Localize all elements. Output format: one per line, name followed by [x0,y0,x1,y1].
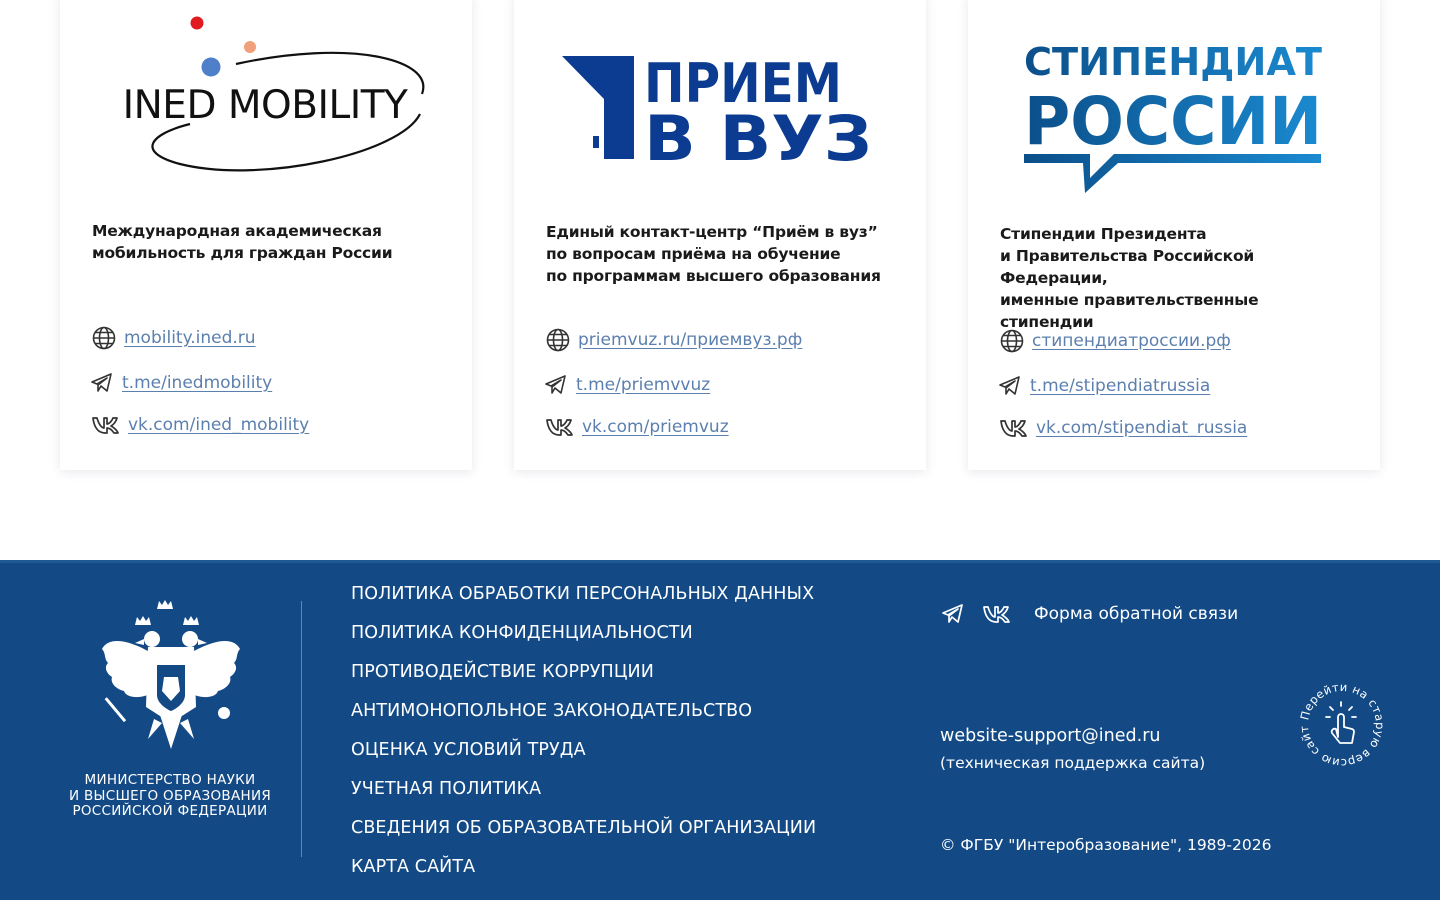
nav-anti-corruption[interactable]: ПРОТИВОДЕЙСТВИЕ КОРРУПЦИИ [351,659,816,698]
website-link[interactable]: стипендиатроссии.рф [1032,331,1231,351]
svg-text:СТИПЕНДИАТ: СТИПЕНДИАТ [1024,40,1322,84]
telegram-link[interactable]: t.me/priemvvuz [576,375,710,395]
vk-icon[interactable] [982,601,1012,627]
hand-pointer-icon [1325,701,1357,744]
old-version-button[interactable]: Перейти на старую версию сайта [1292,668,1388,771]
card-description: Международная академическая мобильность … [92,222,393,262]
nav-antimonopoly[interactable]: АНТИМОНОПОЛЬНОЕ ЗАКОНОДАТЕЛЬСТВО [351,698,816,737]
footer-socials: Форма обратной связи [940,601,1238,627]
globe-icon [92,326,116,350]
vk-link[interactable]: vk.com/stipendiat_russia [1036,418,1247,438]
site-footer: МИНИСТЕРСТВО НАУКИ И ВЫСШЕГО ОБРАЗОВАНИЯ… [0,560,1440,900]
stipendiat-rossii-logo: СТИПЕНДИАТ РОССИИ [968,0,1380,204]
globe-icon [546,328,570,352]
globe-icon [1000,329,1024,353]
footer-divider [301,601,302,857]
vk-link-row[interactable]: vk.com/stipendiat_russia [1000,415,1247,441]
website-link[interactable]: mobility.ined.ru [124,328,256,348]
vk-link[interactable]: vk.com/ined_mobility [128,415,309,435]
telegram-icon [90,371,114,395]
telegram-link-row[interactable]: t.me/priemvvuz [544,372,710,398]
vk-link[interactable]: vk.com/priemvuz [582,417,729,437]
telegram-link-row[interactable]: t.me/inedmobility [90,370,272,396]
vk-link-row[interactable]: vk.com/ined_mobility [92,412,309,438]
svg-text:Перейти на старую версию сайта: Перейти на старую версию сайта [1296,679,1387,770]
card-description: Единый контакт-центр “Приём в вуз” по во… [546,223,881,285]
vk-icon [546,415,574,439]
vk-icon [92,413,120,437]
svg-text:В ВУЗ: В ВУЗ [644,102,872,175]
copyright: © ФГБУ "Интеробразование", 1989-2026 [940,836,1272,854]
card-priem-vuz: ПРИЕМ В ВУЗ Единый контакт-центр “Приём … [514,0,926,470]
ministry-name: МИНИСТЕРСТВО НАУКИ И ВЫСШЕГО ОБРАЗОВАНИЯ… [68,772,272,819]
telegram-link[interactable]: t.me/stipendiatrussia [1030,376,1210,396]
website-link-row[interactable]: стипендиатроссии.рф [1000,328,1231,354]
telegram-icon [544,373,568,397]
svg-text:РОССИИ: РОССИИ [1024,83,1322,160]
nav-organization-info[interactable]: СВЕДЕНИЯ ОБ ОБРАЗОВАТЕЛЬНОЙ ОРГАНИЗАЦИИ [351,815,816,854]
telegram-icon [998,374,1022,398]
footer-nav: ПОЛИТИКА ОБРАБОТКИ ПЕРСОНАЛЬНЫХ ДАННЫХ П… [351,581,816,893]
telegram-icon[interactable] [940,601,966,627]
priem-vuz-logo: ПРИЕМ В ВУЗ [514,0,926,204]
partner-cards: INED MOBILITY Международная академическа… [0,0,1440,560]
nav-privacy-policy[interactable]: ПОЛИТИКА КОНФИДЕНЦИАЛЬНОСТИ [351,620,816,659]
card-ined-mobility: INED MOBILITY Международная академическа… [60,0,472,470]
svg-text:INED MOBILITY: INED MOBILITY [123,83,408,128]
vk-icon [1000,416,1028,440]
feedback-form-link[interactable]: Форма обратной связи [1034,604,1238,624]
telegram-link[interactable]: t.me/inedmobility [122,373,272,393]
vk-link-row[interactable]: vk.com/priemvuz [546,414,729,440]
website-link-row[interactable]: mobility.ined.ru [92,325,256,351]
card-description: Стипендии Президента и Правительства Рос… [1000,225,1259,331]
support-caption: (техническая поддержка сайта) [940,754,1206,772]
coat-of-arms-icon [96,599,246,759]
card-stipendiat-rossii: СТИПЕНДИАТ РОССИИ Стипендии Президента и… [968,0,1380,470]
ined-mobility-logo: INED MOBILITY [60,0,472,204]
website-link[interactable]: priemvuz.ru/приемвуз.рф [578,330,802,350]
nav-accounting-policy[interactable]: УЧЕТНАЯ ПОЛИТИКА [351,776,816,815]
nav-personal-data-policy[interactable]: ПОЛИТИКА ОБРАБОТКИ ПЕРСОНАЛЬНЫХ ДАННЫХ [351,581,816,620]
telegram-link-row[interactable]: t.me/stipendiatrussia [998,373,1210,399]
nav-working-conditions[interactable]: ОЦЕНКА УСЛОВИЙ ТРУДА [351,737,816,776]
nav-sitemap[interactable]: КАРТА САЙТА [351,854,816,893]
support-email[interactable]: website-support@ined.ru [940,726,1160,746]
website-link-row[interactable]: priemvuz.ru/приемвуз.рф [546,327,802,353]
